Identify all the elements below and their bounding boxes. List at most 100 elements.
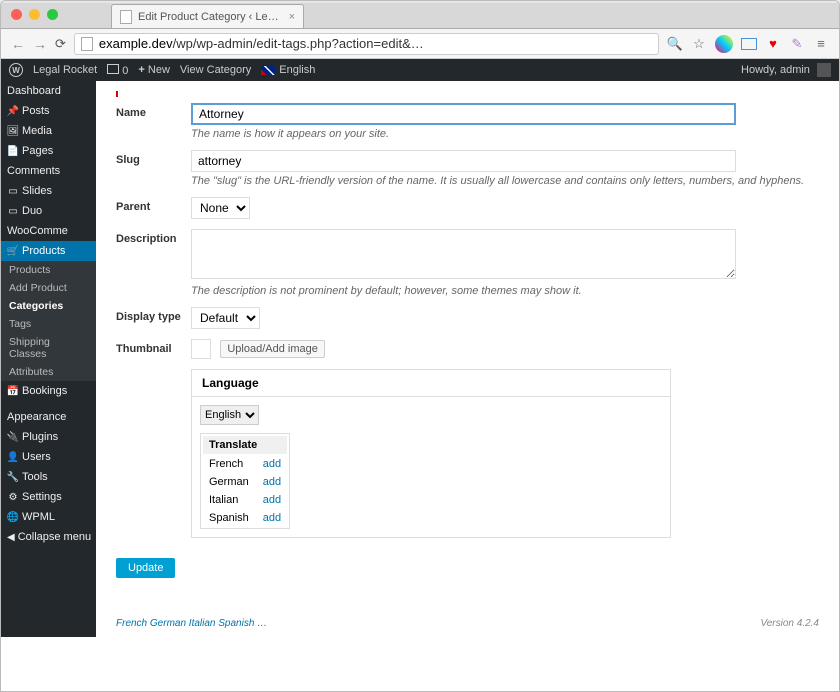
sidebar-item-comments[interactable]: Comments <box>1 161 96 181</box>
sidebar-item-slides[interactable]: ▭Slides <box>1 181 96 201</box>
slug-label: Slug <box>116 150 191 166</box>
site-name-link[interactable]: Legal Rocket <box>33 64 97 76</box>
add-translation-link[interactable]: add <box>257 510 287 526</box>
slug-input[interactable] <box>191 150 736 172</box>
sidebar-item-settings[interactable]: ⚙Settings <box>1 487 96 507</box>
pen-icon[interactable]: ✎ <box>789 36 805 52</box>
footer-languages: French German Italian Spanish … <box>116 618 267 629</box>
howdy-link[interactable]: Howdy, admin <box>741 64 810 76</box>
avatar[interactable] <box>817 63 831 77</box>
table-row: Germanadd <box>203 474 287 490</box>
back-button[interactable]: ← <box>11 36 25 52</box>
user-icon: 👤 <box>7 452 19 463</box>
close-window-button[interactable] <box>11 9 22 20</box>
submenu-attributes[interactable]: Attributes <box>1 363 96 381</box>
address-bar[interactable]: example.dev/wp/wp-admin/edit-tags.php?ac… <box>74 33 659 55</box>
submenu-add-product[interactable]: Add Product <box>1 279 96 297</box>
translate-table: Translate Frenchadd Germanadd Italianadd… <box>200 433 290 529</box>
sidebar-item-dashboard[interactable]: Dashboard <box>1 81 96 101</box>
wordpress-logo-icon[interactable]: W <box>9 63 23 77</box>
tab-title: Edit Product Category ‹ Le… <box>138 11 279 23</box>
wrench-icon: 🔧 <box>7 472 19 483</box>
minimize-window-button[interactable] <box>29 9 40 20</box>
sidebar-item-bookings[interactable]: 📅Bookings <box>1 381 96 401</box>
thumbnail-preview <box>191 339 211 359</box>
sidebar-item-posts[interactable]: 📌Posts <box>1 101 96 121</box>
language-header: Language <box>192 370 670 397</box>
translate-header: Translate <box>203 436 287 454</box>
reload-button[interactable]: ⟳ <box>55 36 66 52</box>
sidebar-item-duo[interactable]: ▭Duo <box>1 201 96 221</box>
page-icon <box>81 37 93 51</box>
sidebar-item-media[interactable]: 🖼Media <box>1 121 96 141</box>
sidebar-item-tools[interactable]: 🔧Tools <box>1 467 96 487</box>
name-input[interactable] <box>191 103 736 125</box>
table-row: Italianadd <box>203 492 287 508</box>
globe-icon: 🌐 <box>7 512 19 523</box>
parent-select[interactable]: None <box>191 197 250 219</box>
thumbnail-label: Thumbnail <box>116 339 191 355</box>
cart-icon: 🛒 <box>7 246 19 257</box>
new-link[interactable]: New <box>148 64 170 76</box>
media-icon: 🖼 <box>7 126 19 137</box>
name-label: Name <box>116 103 191 119</box>
description-textarea[interactable] <box>191 229 736 279</box>
name-description: The name is how it appears on your site. <box>191 128 819 140</box>
description-desc: The description is not prominent by defa… <box>191 285 819 297</box>
plus-icon: + <box>138 64 144 76</box>
main-content: Name The name is how it appears on your … <box>96 81 839 637</box>
language-section: Language English Translate Frenchadd Ger… <box>191 369 671 538</box>
sidebar-collapse[interactable]: ◀Collapse menu <box>1 527 96 547</box>
submenu-tags[interactable]: Tags <box>1 315 96 333</box>
forward-button[interactable]: → <box>33 36 47 52</box>
duo-icon: ▭ <box>7 206 19 217</box>
maximize-window-button[interactable] <box>47 9 58 20</box>
view-category-link[interactable]: View Category <box>180 64 251 76</box>
sidebar-item-wpml[interactable]: 🌐WPML <box>1 507 96 527</box>
display-type-label: Display type <box>116 307 191 323</box>
language-switcher[interactable]: English <box>279 64 315 76</box>
gear-icon: ⚙ <box>7 492 19 503</box>
upload-image-button[interactable]: Upload/Add image <box>220 340 325 358</box>
sidebar-item-users[interactable]: 👤Users <box>1 447 96 467</box>
comment-icon[interactable] <box>107 64 119 74</box>
pin-icon: 📌 <box>7 106 19 117</box>
flag-icon <box>261 66 275 75</box>
browser-tab-bar: Edit Product Category ‹ Le… × <box>1 3 839 29</box>
slug-description: The "slug" is the URL-friendly version o… <box>191 175 819 187</box>
sidebar-item-plugins[interactable]: 🔌Plugins <box>1 427 96 447</box>
menu-icon[interactable]: ≡ <box>813 36 829 52</box>
extension-icon[interactable] <box>715 35 733 53</box>
slides-icon: ▭ <box>7 186 19 197</box>
extension-icon[interactable] <box>741 38 757 50</box>
submenu-products[interactable]: Products <box>1 261 96 279</box>
wp-admin-bar: W Legal Rocket 0 + New View Category Eng… <box>1 59 839 81</box>
update-button[interactable]: Update <box>116 558 175 578</box>
sidebar-item-woocommerce[interactable]: WooComme <box>1 221 96 241</box>
add-translation-link[interactable]: add <box>257 474 287 490</box>
search-icon[interactable]: 🔍 <box>667 36 683 52</box>
add-translation-link[interactable]: add <box>257 456 287 472</box>
browser-toolbar: ← → ⟳ example.dev/wp/wp-admin/edit-tags.… <box>1 29 839 59</box>
version-text: Version 4.2.4 <box>760 618 819 629</box>
page-icon <box>120 10 132 24</box>
url-text: example.dev/wp/wp-admin/edit-tags.php?ac… <box>99 36 652 51</box>
language-select[interactable]: English <box>200 405 259 425</box>
description-label: Description <box>116 229 191 245</box>
browser-tab[interactable]: Edit Product Category ‹ Le… × <box>111 4 304 28</box>
heart-icon[interactable]: ♥ <box>765 36 781 52</box>
close-tab-button[interactable]: × <box>289 11 295 23</box>
sidebar-item-pages[interactable]: 📄Pages <box>1 141 96 161</box>
parent-label: Parent <box>116 197 191 213</box>
table-row: Frenchadd <box>203 456 287 472</box>
display-type-select[interactable]: Default <box>191 307 260 329</box>
submenu-categories[interactable]: Categories <box>1 297 96 315</box>
collapse-icon: ◀ <box>7 532 15 543</box>
table-row: Spanishadd <box>203 510 287 526</box>
star-icon[interactable]: ☆ <box>691 36 707 52</box>
sidebar-item-appearance[interactable]: Appearance <box>1 407 96 427</box>
submenu-shipping-classes[interactable]: Shipping Classes <box>1 333 96 363</box>
page-icon: 📄 <box>7 146 19 157</box>
sidebar-item-products[interactable]: 🛒Products <box>1 241 96 261</box>
add-translation-link[interactable]: add <box>257 492 287 508</box>
